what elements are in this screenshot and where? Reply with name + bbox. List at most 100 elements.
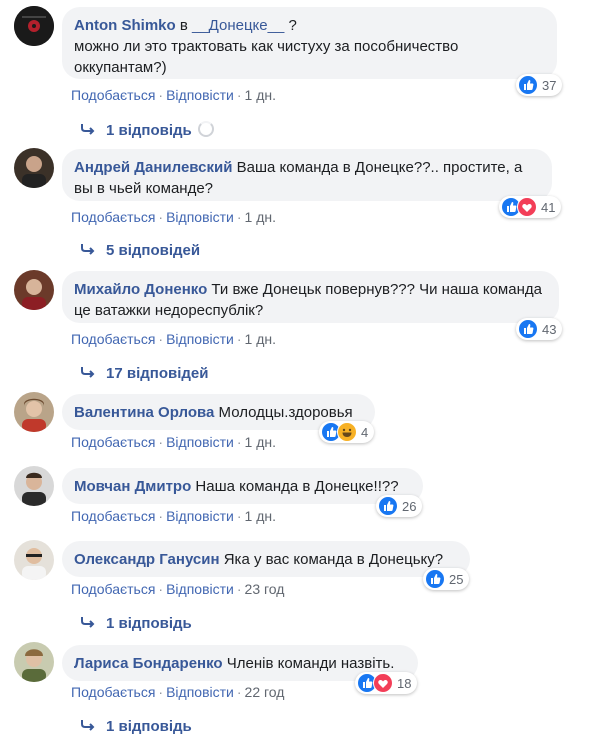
like-reaction-icon	[425, 569, 445, 589]
reaction-summary[interactable]: 26	[376, 495, 423, 517]
comment-actions: Подобається · Відповісти · 1 дн.	[71, 331, 276, 347]
comment-author[interactable]: Андрей Данилевский	[74, 159, 232, 176]
reply-button[interactable]: Відповісти	[166, 581, 234, 597]
comment-time[interactable]: 1 дн.	[245, 508, 276, 524]
like-button[interactable]: Подобається	[71, 87, 155, 103]
comment-author[interactable]: Anton Shimko	[74, 17, 176, 34]
avatar-image	[14, 466, 54, 506]
avatar[interactable]	[14, 540, 54, 580]
like-reaction-icon	[378, 496, 398, 516]
comment-text: Молодцы.здоровья	[214, 404, 353, 421]
comment-mention[interactable]: __Донецке__	[192, 17, 284, 34]
like-reaction-icon	[518, 75, 538, 95]
separator: ·	[158, 331, 164, 347]
separator: ·	[158, 209, 164, 225]
avatar[interactable]	[14, 642, 54, 682]
comment-actions: Подобається · Відповісти · 22 год	[71, 684, 284, 700]
separator: ·	[158, 684, 164, 700]
avatar[interactable]	[14, 392, 54, 432]
separator: ·	[236, 209, 242, 225]
comment-bubble: Мовчан Дмитро Наша команда в Донецке!!??	[62, 468, 423, 504]
comment-actions: Подобається · Відповісти · 1 дн.	[71, 209, 276, 225]
comment-author[interactable]: Михайло Доненко	[74, 281, 207, 298]
comment-author[interactable]: Валентина Орлова	[74, 404, 214, 421]
avatar[interactable]	[14, 466, 54, 506]
view-replies-link[interactable]: 1 відповідь	[80, 121, 214, 139]
avatar-image	[14, 540, 54, 580]
comment-author[interactable]: Мовчан Дмитро	[74, 478, 191, 495]
like-button[interactable]: Подобається	[71, 434, 155, 450]
avatar-image	[14, 270, 54, 310]
replies-count: 1 відповідь	[106, 718, 192, 735]
reaction-summary[interactable]: 4	[319, 421, 375, 443]
reaction-summary[interactable]: 18	[355, 672, 418, 694]
comment-text: Яка у вас команда в Донецьку?	[219, 551, 444, 568]
reply-arrow-icon	[80, 365, 96, 382]
reply-button[interactable]: Відповісти	[166, 209, 234, 225]
comment-actions: Подобається · Відповісти · 1 дн.	[71, 87, 276, 103]
comment-text: Наша команда в Донецке!!??	[191, 478, 399, 495]
comment-text-prefix: в	[175, 17, 192, 34]
replies-count: 17 відповідей	[106, 365, 209, 382]
comment-actions: Подобається · Відповісти · 1 дн.	[71, 434, 276, 450]
reaction-count: 25	[449, 571, 464, 587]
reaction-count: 43	[542, 321, 557, 337]
separator: ·	[236, 508, 242, 524]
like-button[interactable]: Подобається	[71, 684, 155, 700]
separator: ·	[158, 434, 164, 450]
replies-count: 1 відповідь	[106, 615, 192, 632]
replies-count: 5 відповідей	[106, 242, 201, 259]
loading-spinner-icon	[197, 121, 214, 137]
reply-button[interactable]: Відповісти	[166, 331, 234, 347]
love-reaction-icon	[373, 673, 393, 693]
like-button[interactable]: Подобається	[71, 331, 155, 347]
reaction-count: 41	[541, 199, 556, 215]
reaction-summary[interactable]: 25	[423, 568, 470, 590]
avatar-image	[14, 6, 54, 46]
reply-arrow-icon	[80, 122, 96, 139]
reaction-count: 4	[361, 424, 369, 440]
comment-bubble: Олександр Ганусин Яка у вас команда в До…	[62, 541, 470, 577]
reply-arrow-icon	[80, 615, 96, 632]
reply-button[interactable]: Відповісти	[166, 434, 234, 450]
comment-actions: Подобається · Відповісти · 1 дн.	[71, 508, 276, 524]
comment-author[interactable]: Олександр Ганусин	[74, 551, 220, 568]
comment-time[interactable]: 1 дн.	[245, 434, 276, 450]
like-button[interactable]: Подобається	[71, 209, 155, 225]
like-button[interactable]: Подобається	[71, 508, 155, 524]
separator: ·	[236, 331, 242, 347]
love-reaction-icon	[517, 197, 537, 217]
reply-button[interactable]: Відповісти	[166, 508, 234, 524]
reaction-summary[interactable]: 41	[499, 196, 562, 218]
reaction-summary[interactable]: 37	[516, 74, 563, 96]
separator: ·	[236, 581, 242, 597]
comment-author[interactable]: Лариса Бондаренко	[74, 655, 223, 672]
reaction-count: 18	[397, 675, 412, 691]
separator: ·	[236, 434, 242, 450]
replies-count: 1 відповідь	[106, 122, 192, 139]
like-button[interactable]: Подобається	[71, 581, 155, 597]
comment-text-suffix: ?	[284, 17, 297, 34]
reply-arrow-icon	[80, 718, 96, 735]
reaction-summary[interactable]: 43	[516, 318, 563, 340]
comment-time[interactable]: 1 дн.	[245, 87, 276, 103]
view-replies-link[interactable]: 1 відповідь	[80, 615, 192, 632]
avatar-image	[14, 148, 54, 188]
view-replies-link[interactable]: 5 відповідей	[80, 242, 200, 259]
comment-time[interactable]: 23 год	[245, 581, 285, 597]
view-replies-link[interactable]: 1 відповідь	[80, 718, 192, 735]
comment-text: Членів команди назвіть.	[222, 655, 395, 672]
avatar[interactable]	[14, 270, 54, 310]
reply-arrow-icon	[80, 242, 96, 259]
comment-time[interactable]: 1 дн.	[245, 209, 276, 225]
view-replies-link[interactable]: 17 відповідей	[80, 365, 208, 382]
separator: ·	[158, 508, 164, 524]
comment-text: можно ли это трактовать как чистуху за п…	[74, 38, 459, 76]
comment-bubble: Anton Shimko в __Донецке__ ? можно ли эт…	[62, 7, 557, 79]
avatar[interactable]	[14, 6, 54, 46]
comment-time[interactable]: 22 год	[245, 684, 285, 700]
reply-button[interactable]: Відповісти	[166, 684, 234, 700]
avatar[interactable]	[14, 148, 54, 188]
comment-time[interactable]: 1 дн.	[245, 331, 276, 347]
reply-button[interactable]: Відповісти	[166, 87, 234, 103]
